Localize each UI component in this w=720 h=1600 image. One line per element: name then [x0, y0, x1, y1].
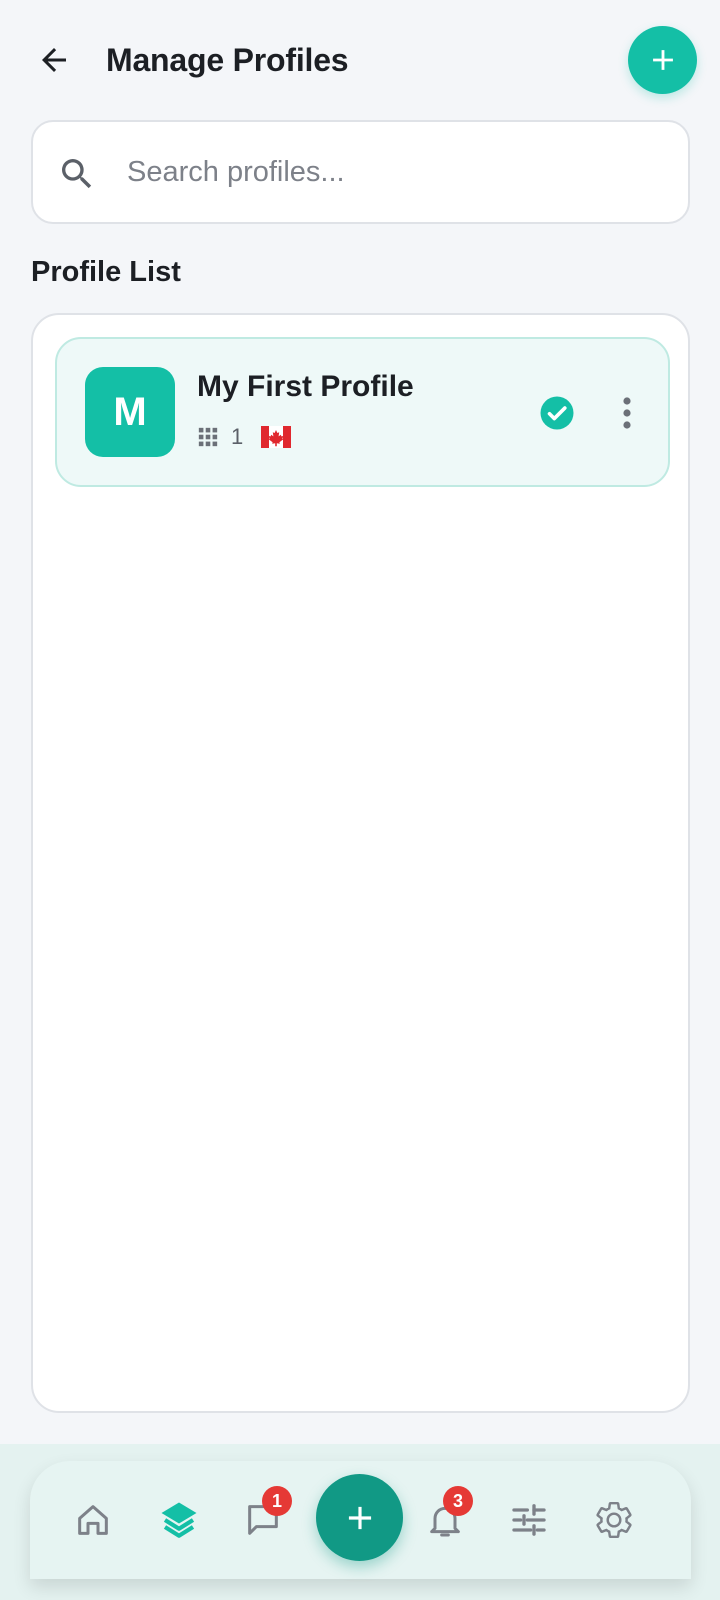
notifications-badge: 3	[443, 1486, 473, 1516]
profile-name: My First Profile	[197, 370, 414, 403]
arrow-left-icon	[42, 48, 66, 72]
plus-icon	[652, 50, 673, 70]
more-vertical-icon	[623, 397, 631, 429]
nav-home[interactable]	[61, 1488, 125, 1552]
flag-canada-icon	[261, 426, 292, 448]
search-input[interactable]	[127, 142, 667, 202]
nav-filters[interactable]	[497, 1488, 561, 1552]
nav-notifications[interactable]: 3	[413, 1486, 477, 1552]
add-profile-button[interactable]	[628, 26, 697, 94]
app-header: Manage Profiles	[0, 0, 720, 120]
search-box	[31, 120, 690, 224]
profile-list: M My First Profile 1	[31, 313, 690, 1413]
profile-count: 1	[231, 424, 244, 449]
section-title: Profile List	[31, 256, 181, 288]
gear-icon	[596, 1501, 632, 1539]
sliders-icon	[512, 1504, 546, 1536]
page-title: Manage Profiles	[106, 42, 349, 78]
nav-settings[interactable]	[582, 1488, 646, 1552]
profile-more-button[interactable]	[603, 387, 651, 439]
create-fab[interactable]	[316, 1474, 403, 1561]
back-button[interactable]	[30, 36, 78, 84]
grid-icon	[198, 427, 218, 447]
messages-badge: 1	[262, 1486, 292, 1516]
profile-avatar: M	[85, 367, 175, 457]
check-circle-icon	[540, 396, 574, 430]
layers-icon	[161, 1502, 197, 1538]
nav-profiles[interactable]	[147, 1488, 211, 1552]
search-icon	[62, 159, 92, 189]
home-icon	[78, 1505, 108, 1535]
profile-meta: 1	[197, 421, 292, 453]
plus-icon	[348, 1506, 371, 1529]
nav-messages[interactable]: 1	[231, 1486, 295, 1552]
profile-list-item[interactable]: M My First Profile 1	[55, 337, 670, 487]
